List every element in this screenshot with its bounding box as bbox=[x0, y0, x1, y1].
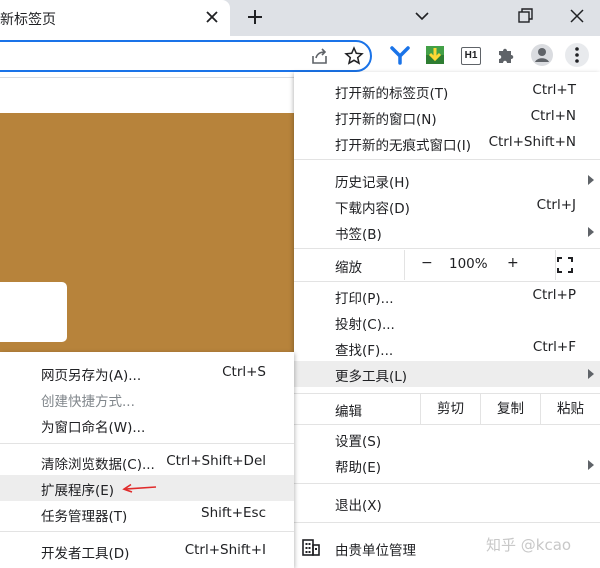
menu-item-new-incognito[interactable]: 打开新的无痕式窗口(I) Ctrl+Shift+N bbox=[294, 130, 600, 156]
title-bar: 新标签页 bbox=[0, 0, 600, 36]
annotation-arrow-icon bbox=[122, 483, 157, 493]
menu-item-print[interactable]: 打印(P)... Ctrl+P bbox=[294, 283, 600, 309]
submenu-arrow-icon bbox=[588, 460, 594, 470]
submenu-item-create-shortcut: 创建快捷方式... bbox=[41, 394, 135, 410]
menu-separator bbox=[0, 531, 294, 532]
menu-item-more-tools[interactable]: 更多工具(L) bbox=[294, 361, 600, 387]
submenu-item-name-window[interactable]: 为窗口命名(W)... bbox=[0, 412, 294, 438]
submenu-item-save-page[interactable]: 网页另存为(A)... Ctrl+S bbox=[0, 360, 294, 386]
content-card bbox=[0, 282, 67, 342]
submenu-arrow-icon bbox=[588, 227, 594, 237]
menu-item-cast[interactable]: 投射(C)... bbox=[294, 309, 600, 335]
extension-y-icon[interactable] bbox=[388, 43, 412, 67]
menu-item-bookmarks[interactable]: 书签(B) bbox=[294, 219, 600, 245]
menu-separator bbox=[294, 522, 600, 523]
menu-separator bbox=[294, 281, 600, 282]
fullscreen-icon[interactable] bbox=[557, 257, 573, 273]
menu-separator bbox=[294, 483, 600, 484]
menu-item-downloads[interactable]: 下载内容(D) Ctrl+J bbox=[294, 193, 600, 219]
copy-button[interactable]: 复制 bbox=[480, 394, 540, 424]
menu-item-new-tab[interactable]: 打开新的标签页(T) Ctrl+T bbox=[294, 78, 600, 104]
address-bar[interactable] bbox=[0, 40, 372, 72]
menu-item-history[interactable]: 历史记录(H) bbox=[294, 167, 600, 193]
h1-extension-icon[interactable]: H1 bbox=[461, 47, 481, 65]
edit-label: 编辑 bbox=[335, 404, 362, 420]
zoom-row: 缩放 − 100% + bbox=[294, 250, 600, 280]
tab-close-icon[interactable] bbox=[200, 5, 224, 29]
menu-item-settings[interactable]: 设置(S) bbox=[294, 426, 600, 452]
tab-search-chevron-icon[interactable] bbox=[410, 4, 434, 28]
zoom-controls: − 100% + bbox=[404, 250, 556, 280]
submenu-arrow-icon bbox=[588, 369, 594, 379]
menu-item-help[interactable]: 帮助(E) bbox=[294, 452, 600, 478]
cut-button[interactable]: 剪切 bbox=[420, 394, 480, 424]
menu-separator bbox=[294, 424, 600, 425]
submenu-arrow-icon bbox=[588, 175, 594, 185]
zoom-out-button[interactable]: − bbox=[421, 255, 433, 271]
restore-window-icon[interactable] bbox=[513, 4, 537, 28]
menu-separator bbox=[0, 443, 294, 444]
zoom-level: 100% bbox=[449, 256, 488, 272]
menu-separator bbox=[294, 248, 600, 249]
menu-item-exit[interactable]: 退出(X) bbox=[294, 490, 600, 516]
download-extension-icon[interactable] bbox=[423, 43, 447, 67]
submenu-item-developer-tools[interactable]: 开发者工具(D) Ctrl+Shift+I bbox=[0, 538, 294, 564]
new-tab-plus-icon[interactable] bbox=[243, 5, 267, 29]
submenu-item-task-manager[interactable]: 任务管理器(T) Shift+Esc bbox=[0, 501, 294, 527]
submenu-item-clear-browsing-data[interactable]: 清除浏览数据(C)... Ctrl+Shift+Del bbox=[0, 449, 294, 475]
menu-separator bbox=[294, 159, 600, 160]
chrome-main-menu: 打开新的标签页(T) Ctrl+T 打开新的窗口(N) Ctrl+N 打开新的无… bbox=[294, 72, 600, 568]
edit-row: 编辑 剪切 复制 粘贴 bbox=[294, 394, 600, 424]
tab-title: 新标签页 bbox=[0, 12, 56, 28]
paste-button[interactable]: 粘贴 bbox=[540, 394, 600, 424]
extensions-puzzle-icon[interactable] bbox=[494, 43, 518, 67]
bookmark-star-icon[interactable] bbox=[342, 44, 366, 68]
more-tools-submenu: 网页另存为(A)... Ctrl+S 创建快捷方式... 为窗口命名(W)...… bbox=[0, 352, 294, 568]
active-tab[interactable]: 新标签页 bbox=[0, 0, 230, 36]
zoom-label: 缩放 bbox=[335, 260, 362, 276]
building-icon bbox=[302, 539, 320, 556]
menu-item-find[interactable]: 查找(F)... Ctrl+F bbox=[294, 335, 600, 361]
watermark: 知乎 @kcao bbox=[486, 536, 572, 554]
zoom-in-button[interactable]: + bbox=[507, 255, 519, 271]
share-icon[interactable] bbox=[308, 44, 332, 68]
menu-item-new-window[interactable]: 打开新的窗口(N) Ctrl+N bbox=[294, 104, 600, 130]
menu-kebab-icon[interactable] bbox=[565, 43, 589, 67]
close-window-icon[interactable] bbox=[565, 4, 589, 28]
profile-avatar-icon[interactable] bbox=[530, 43, 554, 67]
